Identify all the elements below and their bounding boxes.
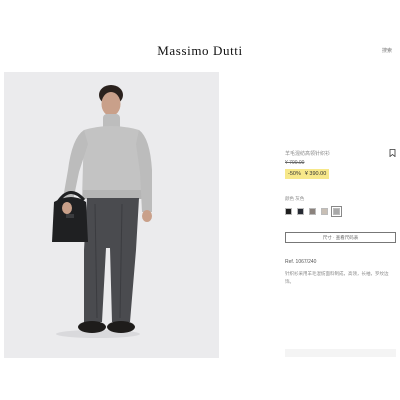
swatch-black[interactable] (285, 208, 292, 215)
original-price: ¥ 790.00 (285, 160, 305, 166)
reference-number: Ref. 1067/240 (285, 259, 317, 265)
swatch-grey[interactable] (331, 206, 342, 217)
product-name: 羊毛混纺高领针织衫 (285, 151, 331, 157)
swatch-taupe[interactable] (309, 208, 316, 215)
bookmark-icon[interactable] (389, 149, 396, 157)
sale-price-badge: -50% ¥ 390.00 (285, 169, 330, 179)
search-link[interactable]: 搜索 (382, 47, 392, 54)
swatch-beige[interactable] (321, 208, 328, 215)
color-swatches (285, 206, 342, 217)
size-select-button[interactable]: 尺寸 · 查看尺码表 (285, 232, 396, 243)
product-photo (4, 72, 219, 358)
sale-price: ¥ 390.00 (304, 171, 327, 177)
color-label: 颜色 灰色 (285, 196, 305, 201)
swatch-navy[interactable] (297, 208, 304, 215)
model-illustration (52, 85, 152, 338)
discount-label: -50% (288, 171, 301, 177)
brand-logo[interactable]: Massimo Dutti (0, 43, 400, 59)
product-description: 针织衫采用羊毛混纺面料制成，高领，长袖，罗纹边饰。 (285, 271, 389, 284)
bottom-bar (285, 349, 396, 357)
